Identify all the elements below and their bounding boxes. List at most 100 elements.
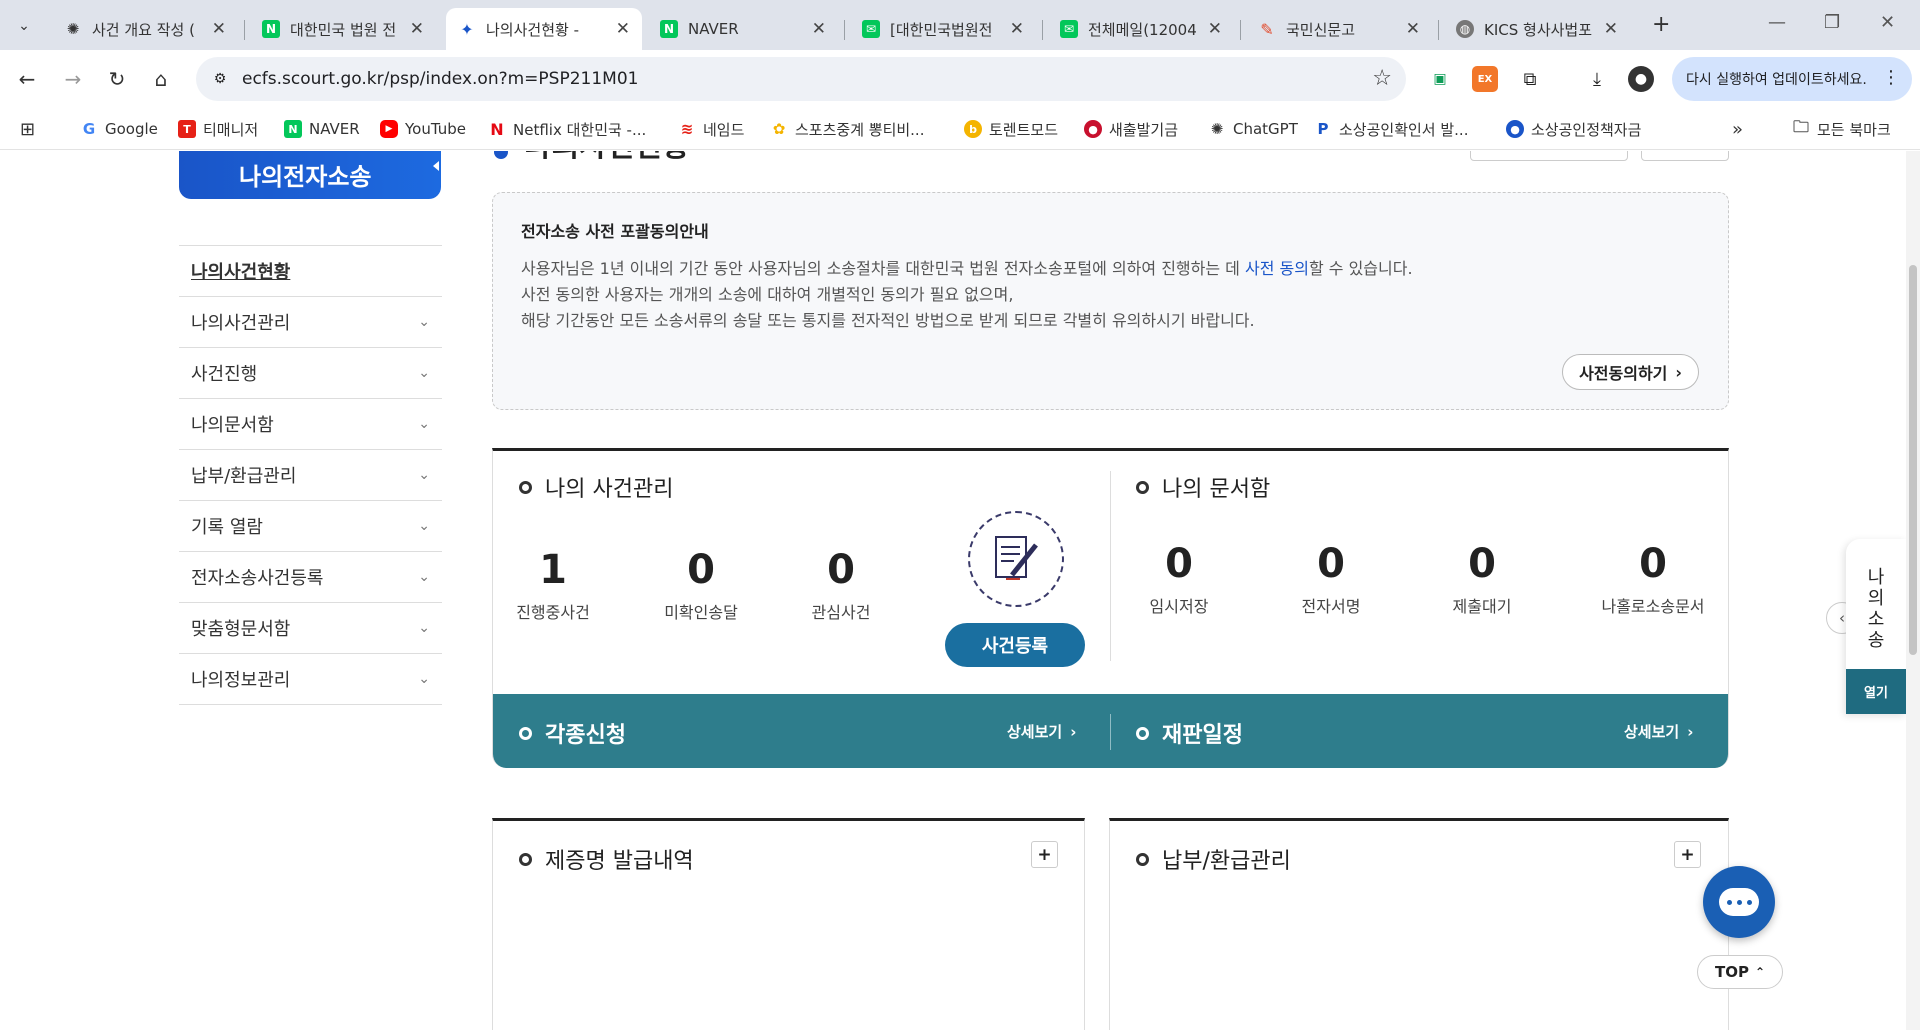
bookmark-netflix[interactable]: N Netflix 대한민국 -... [488, 116, 646, 142]
sidebar-item-case-manage[interactable]: 나의사건관리 ⌄ [179, 297, 442, 348]
bookmark-google[interactable]: G Google [80, 116, 158, 142]
update-button[interactable]: 다시 실행하여 업데이트하세요. ⋮ [1672, 57, 1912, 101]
extensions-puzzle-icon[interactable]: ⧉ [1517, 66, 1543, 92]
chevron-right-icon: › [1070, 723, 1077, 741]
stat-temp-saved[interactable]: 0 임시저장 [1119, 541, 1239, 617]
stat-self-litigation-docs[interactable]: 0 나홀로소송문서 [1588, 541, 1718, 617]
header-action-button[interactable] [1470, 151, 1628, 161]
ring-bullet-icon [519, 480, 532, 494]
tab-7[interactable]: ✎ 국민신문고 ✕ [1246, 8, 1432, 50]
tab-2[interactable]: N 대한민국 법원 전 ✕ [250, 8, 436, 50]
chat-button[interactable] [1703, 866, 1775, 938]
close-icon[interactable]: ✕ [812, 19, 826, 39]
reload-button[interactable]: ↻ [102, 64, 132, 94]
tab-4[interactable]: N NAVER ✕ [648, 8, 838, 50]
policy-icon: ● [1506, 120, 1524, 138]
url-text[interactable]: ecfs.scourt.go.kr/psp/index.on?m=PSP211M… [242, 69, 638, 89]
sidebar-item-custom-docs[interactable]: 맞춤형문서함 ⌄ [179, 603, 442, 654]
sidebar-item-payment[interactable]: 납부/환급관리 ⌄ [179, 450, 442, 501]
consent-link[interactable]: 사전 동의 [1245, 259, 1309, 278]
sidebar-item-profile[interactable]: 나의정보관리 ⌄ [179, 654, 442, 705]
bookmark-fund[interactable]: ● 새출발기금 [1084, 116, 1178, 142]
applications-more-link[interactable]: 상세보기 › [1007, 721, 1076, 742]
certificate-panel: 제증명 발급내역 + [492, 818, 1085, 1030]
restore-button[interactable]: ❐ [1824, 12, 1840, 33]
sidebar-item-label: 나의사건관리 [191, 313, 291, 334]
case-register-button[interactable]: 사건등록 [945, 623, 1085, 667]
certificate-plus-button[interactable]: + [1031, 841, 1058, 868]
download-icon[interactable]: ⤓ [1584, 66, 1610, 92]
collapse-notch-icon[interactable] [433, 161, 439, 171]
back-button[interactable]: ← [12, 64, 42, 94]
scroll-top-button[interactable]: TOP ⌃ [1697, 955, 1783, 989]
sidebar-item-label: 나의문서함 [191, 415, 274, 436]
new-tab-button[interactable]: + [1652, 12, 1670, 37]
tab-search-button[interactable]: ⌄ [8, 10, 40, 42]
bookmark-youtube[interactable]: ▶ YouTube [380, 116, 466, 142]
sidebar-item-docs[interactable]: 나의문서함 ⌄ [179, 399, 442, 450]
extension-ex-icon[interactable]: EX [1472, 66, 1498, 92]
pre-consent-button[interactable]: 사전동의하기 › [1562, 354, 1699, 390]
tab-1[interactable]: ✺ 사건 개요 작성 ( ✕ [52, 8, 238, 50]
sidebar-title-box: 나의전자소송 [179, 151, 441, 199]
all-bookmarks[interactable]: 🗀 모든 북마크 [1792, 116, 1891, 142]
bookmark-sports[interactable]: ✿ 스포츠중계 뽕티비... [770, 116, 925, 142]
page-scrollbar[interactable] [1906, 151, 1920, 1030]
petition-icon: ✎ [1260, 19, 1274, 39]
close-icon[interactable]: ✕ [1010, 19, 1024, 39]
address-bar[interactable]: ⚙ ecfs.scourt.go.kr/psp/index.on?m=PSP21… [196, 57, 1406, 101]
consent-line-3: 해당 기간동안 모든 소송서류의 송달 또는 통지를 전자적인 방법으로 받게 … [521, 311, 1255, 330]
stat-submit-pending[interactable]: 0 제출대기 [1422, 541, 1542, 617]
tab-3-active[interactable]: ✦ 나의사건현황 - ✕ [446, 8, 642, 50]
tab-5[interactable]: ✉ [대한민국법원전 ✕ [850, 8, 1036, 50]
menu-dots-icon[interactable]: ⋮ [1882, 67, 1900, 88]
tab-8[interactable]: ◍ KICS 형사사법포 ✕ [1444, 8, 1630, 50]
bookmark-sbiz-cert[interactable]: P 소상공인확인서 발... [1314, 116, 1469, 142]
bookmark-torrent[interactable]: b 토렌트모드 [964, 116, 1058, 142]
close-icon[interactable]: ✕ [616, 19, 630, 39]
close-icon[interactable]: ✕ [1208, 19, 1222, 39]
naver-n-icon: N [262, 20, 280, 38]
scrollbar-thumb[interactable] [1909, 265, 1917, 655]
home-button[interactable]: ⌂ [146, 64, 176, 94]
bookmark-sbiz-fund[interactable]: ● 소상공인정책자금 [1506, 116, 1641, 142]
stat-e-signature[interactable]: 0 전자서명 [1271, 541, 1391, 617]
stat-interest-cases[interactable]: 0 관심사건 [781, 547, 901, 623]
close-icon[interactable]: ✕ [1406, 19, 1420, 39]
bookmark-named[interactable]: ≋ 네임드 [678, 116, 745, 142]
sidebar-item-label: 전자소송사건등록 [191, 568, 324, 589]
naver-mail-icon: ✉ [1060, 20, 1078, 38]
close-icon[interactable]: ✕ [212, 19, 226, 39]
trial-schedule-more-link[interactable]: 상세보기 › [1624, 721, 1693, 742]
tab-6[interactable]: ✉ 전체메일(12004 ✕ [1048, 8, 1234, 50]
sidebar-item-records[interactable]: 기록 열람 ⌄ [179, 501, 442, 552]
site-info-icon[interactable]: ⚙ [210, 69, 230, 89]
more-bookmarks-icon[interactable]: » [1732, 116, 1743, 142]
close-icon[interactable]: ✕ [1604, 19, 1618, 39]
quick-menu-open-button[interactable]: 열기 [1846, 669, 1906, 714]
bookmark-star-icon[interactable]: ☆ [1372, 66, 1392, 91]
chevron-down-icon: ⌄ [418, 314, 430, 330]
sidebar-item-case-status[interactable]: 나의사건현황 [179, 246, 442, 297]
consent-notice: 전자소송 사전 포괄동의안내 사용자님은 1년 이내의 기간 동안 사용자님의 … [492, 192, 1729, 410]
stat-ongoing-cases[interactable]: 1 진행중사건 [493, 547, 613, 623]
ring-bullet-icon [1136, 480, 1149, 494]
netflix-icon: N [490, 119, 504, 139]
minimize-button[interactable]: — [1768, 12, 1786, 33]
bookmark-naver[interactable]: N NAVER [284, 116, 360, 142]
bookmark-tmanager[interactable]: T 티매니저 [178, 116, 258, 142]
apps-grid-icon[interactable]: ⊞ [20, 116, 35, 142]
named-icon: ≋ [680, 120, 694, 138]
sidebar-item-progress[interactable]: 사건진행 ⌄ [179, 348, 442, 399]
stat-unconfirmed-service[interactable]: 0 미확인송달 [641, 547, 761, 623]
extension-screen-icon[interactable]: ▣ [1427, 66, 1453, 92]
forward-button[interactable]: → [58, 64, 88, 94]
bookmark-chatgpt[interactable]: ✺ ChatGPT [1208, 116, 1298, 142]
consent-line-2: 사전 동의한 사용자는 개개의 소송에 대하여 개별적인 동의가 필요 없으며, [521, 285, 1014, 304]
header-action-button[interactable] [1641, 151, 1729, 161]
sidebar-item-register[interactable]: 전자소송사건등록 ⌄ [179, 552, 442, 603]
close-icon[interactable]: ✕ [410, 19, 424, 39]
close-window-button[interactable]: ✕ [1880, 12, 1895, 33]
payment-plus-button[interactable]: + [1674, 841, 1701, 868]
profile-avatar[interactable]: ● [1628, 66, 1654, 92]
